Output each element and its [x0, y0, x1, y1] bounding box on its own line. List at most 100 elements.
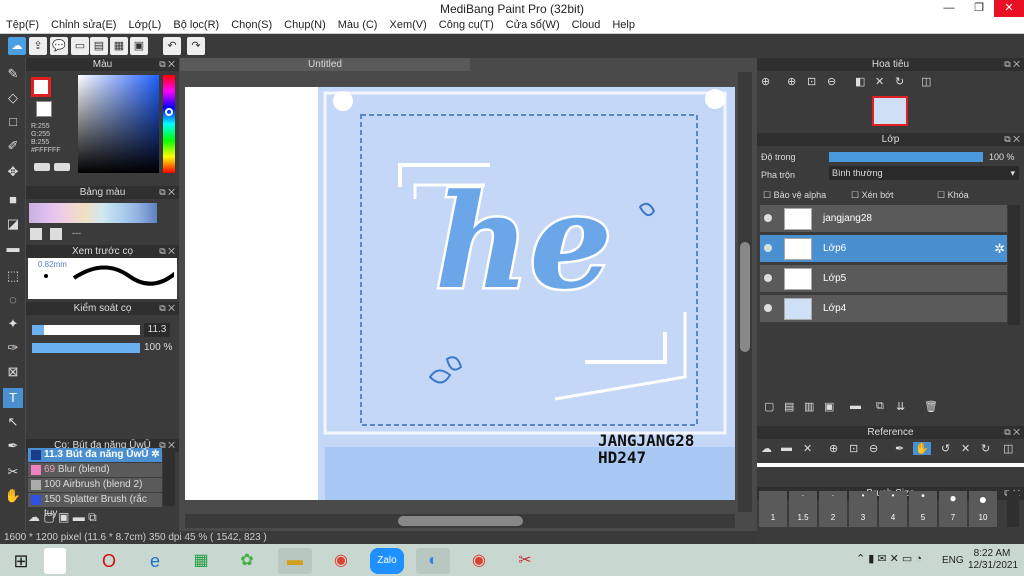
- layer-row[interactable]: jangjang28: [760, 205, 1007, 233]
- clipping-checkbox[interactable]: ☐ Xén bớt: [851, 190, 894, 201]
- brush-size-slider[interactable]: [32, 325, 140, 335]
- system-tray-icons[interactable]: ⌃ ▮ ✉ ✕ ▭ ◔: [856, 552, 942, 568]
- select-pen-icon[interactable]: ✑: [3, 338, 23, 358]
- comment-icon[interactable]: 💬: [50, 37, 68, 55]
- new-brush-icon[interactable]: ▢: [43, 510, 54, 524]
- delete-palette-icon[interactable]: [50, 228, 62, 240]
- brush-list-scrollbar[interactable]: [163, 448, 175, 506]
- brush-opacity-slider[interactable]: [32, 343, 140, 353]
- lasso-tool-icon[interactable]: ◌: [3, 290, 23, 310]
- layer-row[interactable]: Lớp4: [760, 295, 1007, 323]
- magic-wand-icon[interactable]: ✦: [3, 314, 23, 334]
- eyedropper-icon[interactable]: ✒: [895, 442, 904, 455]
- grid-icon[interactable]: ▦: [110, 37, 128, 55]
- close-icon[interactable]: ✕: [803, 442, 812, 455]
- new-8bit-layer-icon[interactable]: ▥: [804, 400, 814, 413]
- brush-size-cell[interactable]: • 4: [879, 491, 907, 527]
- chrome-profile-icon[interactable]: ◉: [462, 548, 496, 574]
- chrome-icon[interactable]: ◉: [324, 548, 358, 574]
- move-tool-icon[interactable]: ✥: [3, 162, 23, 182]
- zoom-out-icon[interactable]: ⊖: [869, 442, 878, 455]
- zoom-in-icon[interactable]: ⊕: [761, 75, 770, 88]
- panel-controls-icon[interactable]: ⧉ ✕: [159, 245, 175, 258]
- cloud-brush-icon[interactable]: ☁: [28, 510, 40, 524]
- gear-icon[interactable]: ✲: [994, 241, 1005, 257]
- brush-size-cell[interactable]: • 5: [909, 491, 937, 527]
- menu-color[interactable]: Màu (C): [332, 17, 384, 34]
- text-box-icon[interactable]: ▭: [71, 37, 89, 55]
- duplicate-layer-icon[interactable]: ⧉: [876, 400, 884, 413]
- close-button[interactable]: ✕: [994, 0, 1024, 17]
- zoom-in-icon[interactable]: ⊕: [787, 75, 796, 88]
- brush-size-value[interactable]: 11.3: [144, 323, 170, 337]
- document-tab[interactable]: Untitled: [180, 58, 470, 71]
- search-box[interactable]: [44, 548, 66, 574]
- new-layer-icon[interactable]: ▢: [764, 400, 774, 413]
- reset-icon[interactable]: ✕: [961, 442, 970, 455]
- rotate-right-icon[interactable]: ↻: [981, 442, 990, 455]
- layer-row[interactable]: Lớp5: [760, 265, 1007, 293]
- canvas-page[interactable]: he JANGJANG28 HD247: [185, 87, 735, 500]
- menu-select[interactable]: Chọn(S): [225, 17, 278, 34]
- text-tool-icon[interactable]: T: [3, 388, 23, 408]
- brush-size-cell[interactable]: ● 7: [939, 491, 967, 527]
- panel-controls-icon[interactable]: ⧉ ✕: [159, 58, 175, 71]
- menu-file[interactable]: Tệp(F): [0, 17, 45, 34]
- panel-controls-icon[interactable]: ⧉ ✕: [1004, 58, 1020, 71]
- add-layer-menu-icon[interactable]: ▣: [824, 400, 834, 413]
- brush-size-cell[interactable]: · 2: [819, 491, 847, 527]
- maximize-button[interactable]: ❐: [964, 0, 994, 17]
- rotate-icon[interactable]: ↻: [895, 75, 904, 88]
- store-icon[interactable]: ▦: [184, 548, 218, 574]
- layout-icon[interactable]: ▣: [130, 37, 148, 55]
- menu-filter[interactable]: Bộ lọc(R): [167, 17, 225, 34]
- fill-rect-tool-icon[interactable]: ■: [3, 190, 23, 210]
- hue-handle[interactable]: [165, 108, 173, 116]
- reset-icon[interactable]: ✕: [875, 75, 884, 88]
- gradient-tool-icon[interactable]: ▬: [3, 238, 23, 258]
- brush-item-selected[interactable]: 11.3 Bút đa năng ŪwŪ ✲: [28, 448, 162, 462]
- layer-opacity-slider[interactable]: [829, 152, 983, 162]
- rotate-left-icon[interactable]: ↺: [941, 442, 950, 455]
- undo-icon[interactable]: ↶: [163, 37, 181, 55]
- eye-icon[interactable]: [764, 214, 772, 222]
- copy-brush-icon[interactable]: ⧉: [88, 510, 97, 524]
- flip-icon[interactable]: ◧: [855, 75, 865, 88]
- zoom-out-icon[interactable]: ⊖: [827, 75, 836, 88]
- brush-size-cell[interactable]: · 1.5: [789, 491, 817, 527]
- vertical-scrollbar[interactable]: [738, 72, 752, 512]
- lock-checkbox[interactable]: ☐ Khóa: [937, 190, 969, 201]
- windows-start-icon[interactable]: ⊞: [4, 548, 38, 574]
- compare-icon[interactable]: ◫: [921, 75, 931, 88]
- app-icon[interactable]: ✿: [230, 548, 264, 574]
- clock[interactable]: 8:22 AM 12/31/2021: [968, 548, 1018, 572]
- share-icon[interactable]: ⇪: [29, 37, 47, 55]
- eye-icon[interactable]: [764, 244, 772, 252]
- brush-item[interactable]: 100 Airbrush (blend 2): [28, 478, 162, 492]
- panel-controls-icon[interactable]: ⧉ ✕: [1004, 133, 1020, 146]
- opera-icon[interactable]: O: [92, 548, 126, 574]
- menu-window[interactable]: Cửa sổ(W): [500, 17, 566, 34]
- navigator-thumbnail[interactable]: [872, 96, 908, 126]
- bucket-tool-icon[interactable]: ◪: [3, 214, 23, 234]
- menu-cloud[interactable]: Cloud: [566, 17, 607, 34]
- operation-tool-icon[interactable]: ↖: [3, 412, 23, 432]
- brush-size-cell[interactable]: 1: [759, 491, 787, 527]
- saturation-value-picker[interactable]: [78, 75, 159, 173]
- fit-window-icon[interactable]: ⊡: [807, 75, 816, 88]
- cloud-icon[interactable]: ☁: [761, 442, 772, 455]
- select-eraser-icon[interactable]: ⊠: [3, 362, 23, 382]
- eraser-tool-icon[interactable]: ◇: [3, 88, 23, 108]
- medibang-icon[interactable]: ◐: [416, 548, 450, 574]
- foreground-color-swatch[interactable]: [31, 77, 51, 97]
- snipping-tool-icon[interactable]: ✂: [508, 548, 542, 574]
- fit-window-icon[interactable]: ⊡: [849, 442, 858, 455]
- edge-icon[interactable]: e: [138, 548, 172, 574]
- panel-controls-icon[interactable]: ⧉ ✕: [1004, 426, 1020, 439]
- eye-icon[interactable]: [764, 274, 772, 282]
- horizontal-scrollbar[interactable]: [185, 514, 735, 528]
- pen-tool-icon[interactable]: ✐: [3, 136, 23, 156]
- new-palette-icon[interactable]: [30, 228, 42, 240]
- document-icon[interactable]: ▤: [90, 37, 108, 55]
- menu-capture[interactable]: Chụp(N): [278, 17, 332, 34]
